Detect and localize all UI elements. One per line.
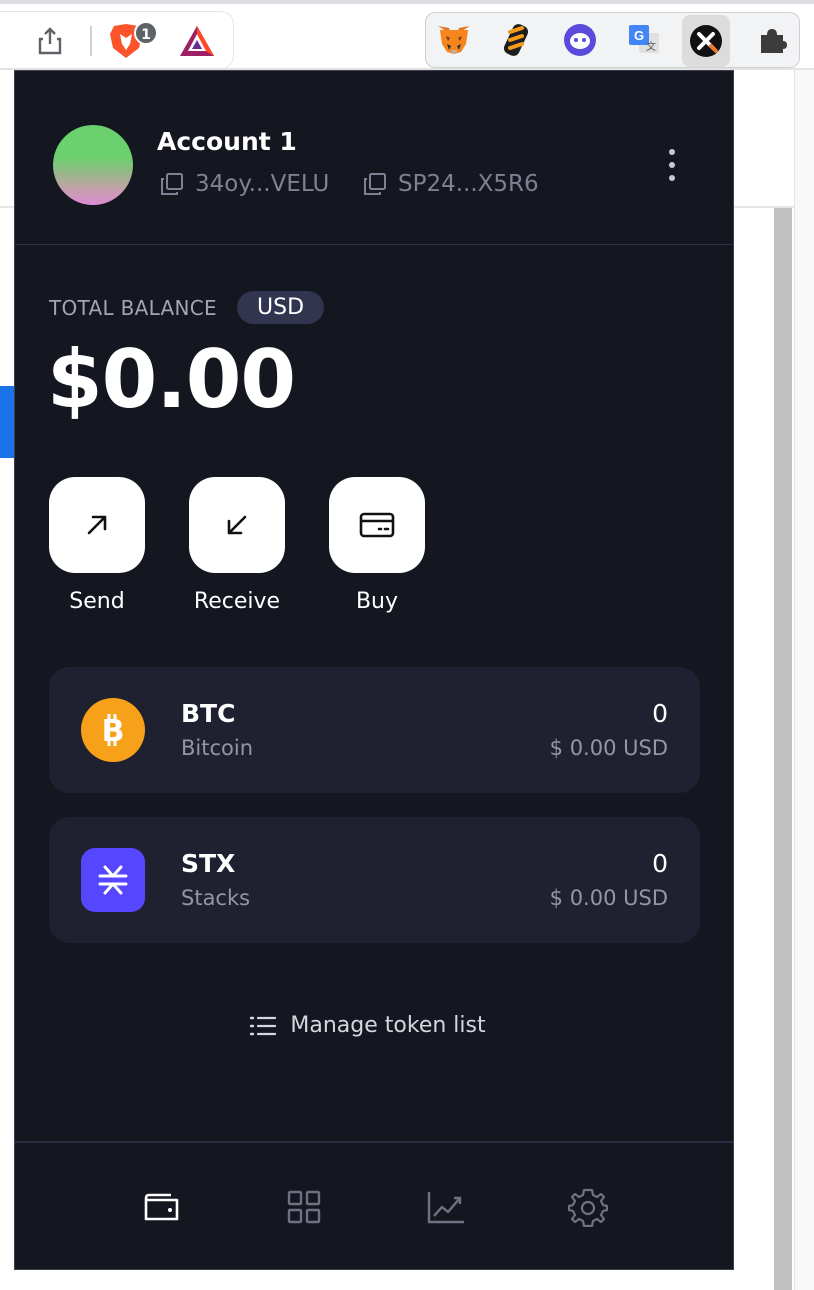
svg-text:文: 文 [646,40,656,53]
copy-icon [364,173,386,195]
buy-action: Buy [329,477,425,614]
sequence-icon[interactable] [492,13,540,67]
bitcoin-icon: B [81,698,145,762]
settings-icon[interactable] [562,1181,614,1233]
buy-label: Buy [355,589,399,614]
avatar[interactable] [53,125,133,205]
arrow-up-right-icon [87,515,107,535]
token-name: Stacks [181,886,251,910]
arrow-down-left-icon [227,515,247,535]
btc-address[interactable]: 34oy...VELU [159,171,329,197]
stx-address[interactable]: SP24...X5R6 [362,171,539,197]
chart-icon[interactable] [420,1181,472,1233]
grid-icon[interactable] [278,1181,330,1233]
wallet-popup: Account 1 34oy...VELU SP24...X5R6 TOTAL … [14,70,734,1270]
token-amount: 0 [652,849,668,878]
receive-action: Receive [189,477,285,614]
account-name[interactable]: Account 1 [157,127,297,156]
token-row-btc[interactable]: B BTC Bitcoin 0 $ 0.00 USD [49,667,700,793]
metamask-icon[interactable] [430,13,478,67]
credit-card-icon [359,512,395,538]
brave-rewards-icon[interactable] [178,24,216,58]
token-usd-value: $ 0.00 USD [549,736,668,760]
account-header: Account 1 34oy...VELU SP24...X5R6 [15,71,733,245]
buy-button[interactable] [329,477,425,573]
token-symbol: BTC [181,699,236,728]
share-icon[interactable] [36,26,64,56]
more-options-icon[interactable] [655,143,689,187]
svg-text:G: G [634,28,644,43]
stacks-icon [81,848,145,912]
list-icon [250,1016,277,1035]
send-button[interactable] [49,477,145,573]
brave-badge-count: 1 [134,21,158,45]
page-scrollbar-track [794,70,814,1290]
token-symbol: STX [181,849,236,878]
ghost-wallet-icon[interactable] [556,13,604,67]
page-scrollbar-thumb[interactable] [774,208,792,1290]
manage-token-list-button[interactable]: Manage token list [15,1013,733,1038]
xverse-icon[interactable] [682,15,730,67]
copy-icon [161,173,183,195]
toolbar-separator [90,26,92,56]
stx-address-text: SP24...X5R6 [398,171,539,197]
page-button-fragment[interactable] [0,386,14,458]
currency-badge[interactable]: USD [237,291,325,324]
token-name: Bitcoin [181,736,254,760]
browser-top-border [0,0,814,4]
bottom-nav [15,1141,733,1269]
receive-label: Receive [193,589,281,614]
svg-text:B: B [102,714,125,749]
send-label: Send [69,589,125,614]
total-balance-label: TOTAL BALANCE [49,296,217,320]
manage-token-list-label: Manage token list [290,1013,486,1038]
btc-address-text: 34oy...VELU [195,171,330,197]
token-row-stx[interactable]: STX Stacks 0 $ 0.00 USD [49,817,700,943]
wallet-icon[interactable] [135,1181,187,1233]
send-action: Send [49,477,145,614]
google-translate-icon[interactable]: G 文 [620,13,668,67]
token-amount: 0 [652,699,668,728]
token-usd-value: $ 0.00 USD [549,886,668,910]
receive-button[interactable] [189,477,285,573]
puzzle-extensions-icon[interactable] [748,13,796,67]
extensions-bar: G 文 [425,12,800,68]
total-balance-amount: $0.00 [47,333,296,426]
